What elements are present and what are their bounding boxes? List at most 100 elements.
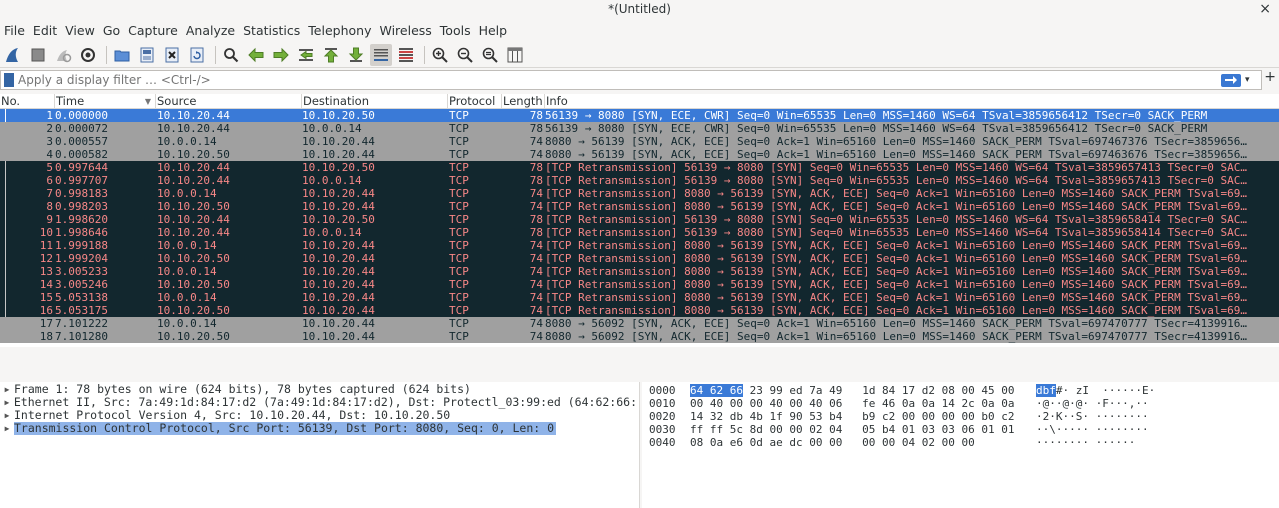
cell-protocol: TCP [449,135,469,148]
cell-no: 7 [46,187,53,200]
filter-bookmark-icon[interactable] [4,73,14,87]
zoom-in-button[interactable] [429,44,451,66]
cell-info: [TCP Retransmission] 56139 → 8080 [SYN] … [545,161,1247,174]
ascii-bytes[interactable]: ··\····· ········ [1036,423,1279,436]
column-header-no[interactable]: No. [0,94,55,108]
apply-filter-button[interactable] [1221,73,1241,87]
menu-view[interactable]: View [65,23,95,38]
open-file-button[interactable] [111,44,133,66]
cell-info: [TCP Retransmission] 8080 → 56139 [SYN, … [545,265,1247,278]
packet-row[interactable]: 10 1.998646 10.10.20.44 10.0.0.14 TCP 78 [TCP … [0,226,1279,239]
column-header-time[interactable]: Time ▼ [55,94,156,108]
reload-file-button[interactable] [186,44,208,66]
tree-item-tcp[interactable]: ▶ Transmission Control Protocol, Src Por… [0,422,639,435]
menu-edit[interactable]: Edit [33,23,57,38]
capture-options-button[interactable] [77,44,99,66]
packet-row[interactable]: 4 0.000582 10.10.20.50 10.10.20.44 TCP 74 8080… [0,148,1279,161]
packet-row[interactable]: 16 5.053175 10.10.20.50 10.10.20.44 TCP 74 [TC… [0,304,1279,317]
column-header-source[interactable]: Source [156,94,302,108]
menu-help[interactable]: Help [479,23,508,38]
cell-protocol: TCP [449,330,469,343]
packet-row[interactable]: 12 1.999204 10.10.20.50 10.10.20.44 TCP 74 [TC… [0,252,1279,265]
hex-bytes[interactable]: 14 32 db 4b 1f 90 53 b4 b9 c2 00 00 00 0… [690,410,1036,423]
packet-list[interactable]: No. Time ▼ Source Destination Protocol Le… [0,94,1279,347]
cell-source: 10.10.20.44 [157,226,230,239]
restart-capture-button[interactable] [52,44,74,66]
expand-arrow-icon[interactable]: ▶ [0,383,14,396]
cell-destination: 10.10.20.44 [302,265,375,278]
save-file-button[interactable] [136,44,158,66]
go-last-packet-button[interactable] [345,44,367,66]
ascii-bytes[interactable]: ········ ······ [1036,436,1279,449]
display-filter-bar: ▾ + [0,69,1276,90]
packet-row[interactable]: 1 0.000000 10.10.20.44 10.10.20.50 TCP 78 5613… [0,109,1279,122]
add-filter-button[interactable]: + [1264,69,1276,85]
expand-arrow-icon[interactable]: ▶ [0,422,14,435]
close-file-button[interactable] [161,44,183,66]
ascii-bytes[interactable]: dbf#· zI ······E· [1036,384,1279,397]
find-packet-button[interactable] [220,44,242,66]
cell-protocol: TCP [449,148,469,161]
column-header-length[interactable]: Length [502,94,545,108]
cell-no: 17 [39,317,53,330]
packet-row[interactable]: 11 1.999188 10.0.0.14 10.10.20.44 TCP 74 [TCP … [0,239,1279,252]
stop-capture-button[interactable] [27,44,49,66]
packet-row[interactable]: 8 0.998203 10.10.20.50 10.10.20.44 TCP 74 [TCP… [0,200,1279,213]
hex-bytes[interactable]: ff ff 5c 8d 00 00 02 04 05 b4 01 03 03 0… [690,423,1036,436]
menu-wireless[interactable]: Wireless [379,23,431,38]
cell-no: 1 [46,109,53,122]
zoom-normal-button[interactable] [479,44,501,66]
cell-length: 78 [529,109,543,122]
packet-row[interactable]: 13 3.005233 10.0.0.14 10.10.20.44 TCP 74 [TCP … [0,265,1279,278]
filter-history-dropdown[interactable]: ▾ [1245,75,1255,85]
packet-row[interactable]: 18 7.101280 10.10.20.50 10.10.20.44 TCP 74 808… [0,330,1279,343]
go-back-button[interactable] [245,44,267,66]
menu-go[interactable]: Go [103,23,120,38]
auto-scroll-button[interactable] [370,43,392,66]
resize-columns-button[interactable] [504,44,526,66]
column-header-info[interactable]: Info [545,94,1279,108]
packet-row[interactable]: 9 1.998620 10.10.20.44 10.10.20.50 TCP 78 [TCP… [0,213,1279,226]
packet-row[interactable]: 17 7.101222 10.0.0.14 10.10.20.44 TCP 74 8080 … [0,317,1279,330]
packet-row[interactable]: 3 0.000557 10.0.0.14 10.10.20.44 TCP 74 8080 →… [0,135,1279,148]
menu-file[interactable]: File [4,23,25,38]
hex-bytes[interactable]: 64 62 66 23 99 ed 7a 49 1d 84 17 d2 08 0… [690,384,1036,397]
cell-time: 0.998183 [55,187,108,200]
packet-row[interactable]: 14 3.005246 10.10.20.50 10.10.20.44 TCP 74 [TC… [0,278,1279,291]
packet-bytes-pane[interactable]: 0000 64 62 66 23 99 ed 7a 49 1d 84 17 d2… [642,382,1279,508]
toolbar-separator [215,45,216,64]
zoom-out-button[interactable] [454,44,476,66]
close-window-button[interactable]: × [1259,0,1271,18]
menu-statistics[interactable]: Statistics [243,23,300,38]
column-header-protocol[interactable]: Protocol [448,94,502,108]
packet-details-pane[interactable]: ▶ Frame 1: 78 bytes on wire (624 bits), … [0,382,640,508]
menu-telephony[interactable]: Telephony [308,23,371,38]
packet-row[interactable]: 2 0.000072 10.10.20.44 10.0.0.14 TCP 78 56139 … [0,122,1279,135]
go-to-packet-button[interactable] [295,44,317,66]
go-forward-button[interactable] [270,44,292,66]
cell-protocol: TCP [449,265,469,278]
packet-row[interactable]: 15 5.053138 10.0.0.14 10.10.20.44 TCP 74 [TCP … [0,291,1279,304]
ascii-bytes[interactable]: ·2·K··S· ········ [1036,410,1279,423]
colorize-list-button[interactable] [395,44,417,66]
menu-tools[interactable]: Tools [440,23,471,38]
expand-arrow-icon[interactable]: ▶ [0,409,14,422]
expand-arrow-icon[interactable]: ▶ [0,396,14,409]
packet-row[interactable]: 7 0.998183 10.0.0.14 10.10.20.44 TCP 74 [TCP R… [0,187,1279,200]
cell-no: 15 [39,291,53,304]
menu-capture[interactable]: Capture [128,23,178,38]
cell-time: 1.998620 [55,213,108,226]
packet-row[interactable]: 6 0.997707 10.10.20.44 10.0.0.14 TCP 78 [TCP R… [0,174,1279,187]
cell-length: 78 [529,213,543,226]
packet-row[interactable]: 5 0.997644 10.10.20.44 10.10.20.50 TCP 78 [TCP… [0,161,1279,174]
pane-splitter[interactable] [0,347,1279,382]
go-first-packet-button[interactable] [320,44,342,66]
menu-analyze[interactable]: Analyze [186,23,235,38]
column-header-destination[interactable]: Destination [302,94,448,108]
ascii-bytes[interactable]: ·@··@·@· ·F···,·· [1036,397,1279,410]
conversation-bracket [5,265,6,278]
start-capture-button[interactable] [2,44,24,66]
display-filter-input[interactable] [18,71,1221,89]
hex-bytes[interactable]: 00 40 00 00 40 00 40 06 fe 46 0a 0a 14 2… [690,397,1036,410]
hex-bytes[interactable]: 08 0a e6 0d ae dc 00 00 00 00 04 02 00 0… [690,436,1036,449]
